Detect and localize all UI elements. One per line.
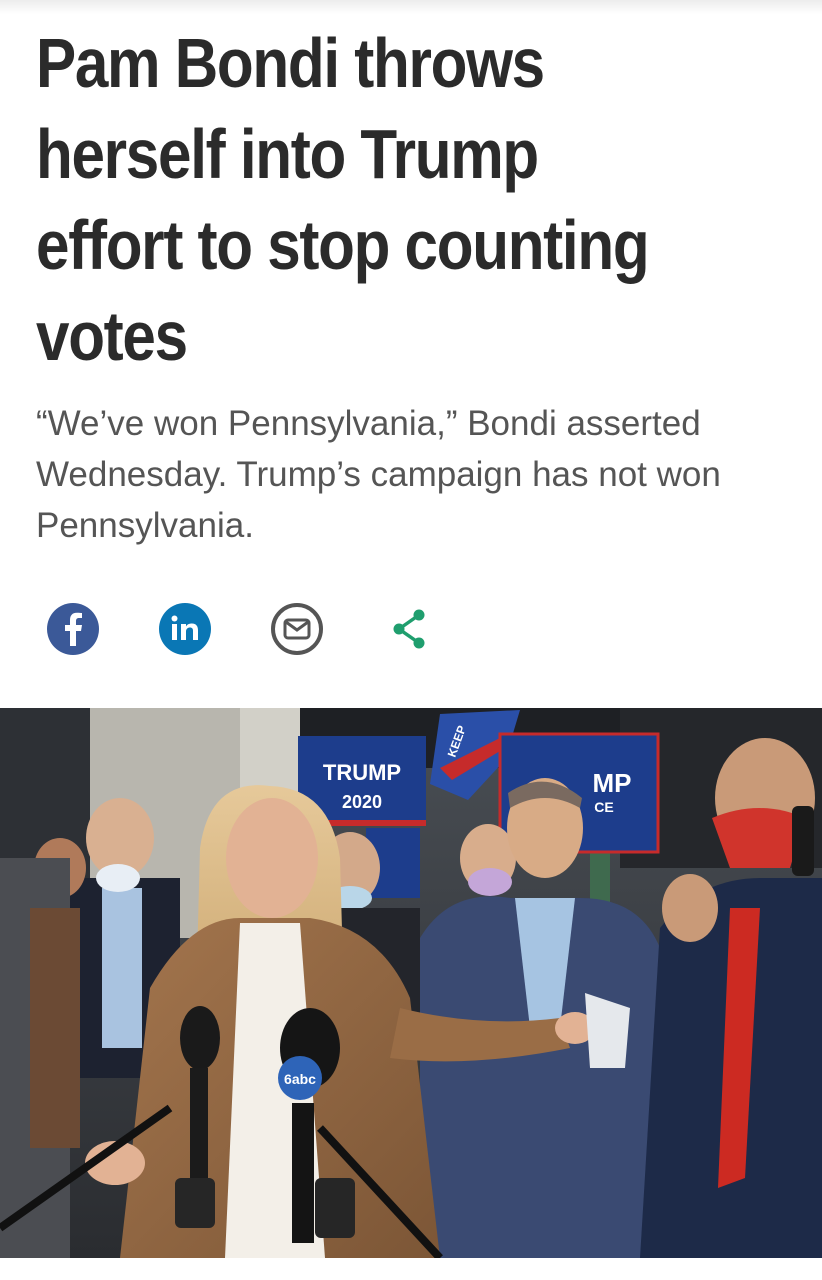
top-shadow	[0, 0, 822, 14]
email-share-button[interactable]	[270, 602, 324, 656]
svg-text:MP: MP	[593, 768, 632, 798]
linkedin-share-button[interactable]	[158, 602, 212, 656]
page-bottom-space	[0, 1258, 822, 1280]
hero-photo: TRUMP 2020 KEEP MP CE 6abc	[0, 708, 822, 1258]
article-headline: Pam Bondi throws herself into Trump effo…	[36, 24, 650, 375]
svg-text:TRUMP: TRUMP	[323, 760, 401, 785]
facebook-icon	[47, 603, 99, 655]
svg-text:2020: 2020	[342, 792, 382, 812]
share-bar	[46, 602, 436, 656]
svg-text:CE: CE	[594, 799, 613, 815]
email-icon	[271, 603, 323, 655]
linkedin-icon	[159, 603, 211, 655]
svg-text:6abc: 6abc	[284, 1071, 316, 1087]
article-hero-image: TRUMP 2020 KEEP MP CE 6abc	[0, 708, 822, 1258]
facebook-share-button[interactable]	[46, 602, 100, 656]
article-dek: “We’ve won Pennsylvania,” Bondi asserted…	[36, 404, 721, 545]
share-icon	[393, 609, 425, 649]
share-button[interactable]	[382, 602, 436, 656]
